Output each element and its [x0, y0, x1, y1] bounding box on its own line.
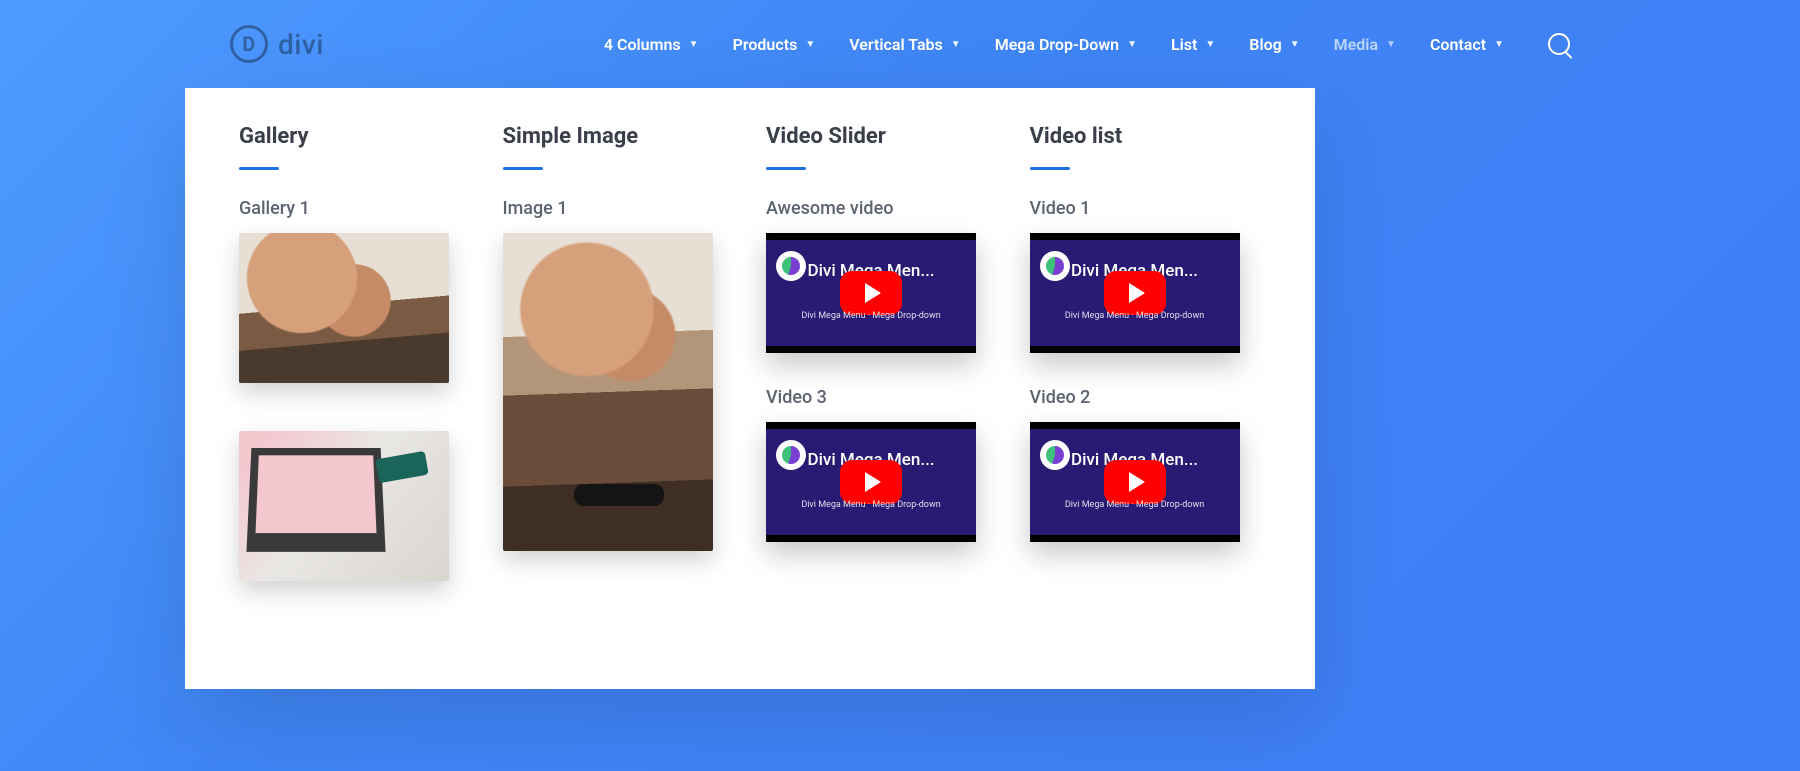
chevron-down-icon: ▼	[1386, 39, 1396, 50]
nav-label: Contact	[1430, 35, 1486, 54]
divi-engine-badge-icon	[776, 251, 806, 281]
brand-logo[interactable]: D divi	[230, 25, 324, 63]
nav-mega-drop-down[interactable]: Mega Drop-Down ▼	[995, 35, 1137, 54]
chevron-down-icon: ▼	[805, 39, 815, 50]
nav-label: Media	[1334, 35, 1378, 54]
video-subtitle: Divi Mega Menu · Mega Drop-down	[1065, 311, 1204, 321]
column-gallery: Gallery Gallery 1	[239, 124, 471, 629]
divi-engine-badge-icon	[776, 440, 806, 470]
nav-media[interactable]: Media ▼	[1334, 35, 1396, 54]
video-item-title: Video 1	[1030, 198, 1262, 219]
play-icon[interactable]	[840, 460, 902, 504]
column-simple-image: Simple Image Image 1	[503, 124, 735, 629]
play-icon[interactable]	[1104, 271, 1166, 315]
brand-mark-icon: D	[230, 25, 268, 63]
nav-label: 4 Columns	[604, 35, 681, 54]
main-nav: 4 Columns ▼ Products ▼ Vertical Tabs ▼ M…	[604, 33, 1570, 55]
gallery-image-1[interactable]	[239, 233, 449, 383]
column-title: Video Slider	[766, 124, 998, 167]
nav-contact[interactable]: Contact ▼	[1430, 35, 1504, 54]
video-subtitle: Divi Mega Menu · Mega Drop-down	[801, 311, 940, 321]
chevron-down-icon: ▼	[951, 39, 961, 50]
title-underline	[503, 167, 543, 170]
simple-image-thumb[interactable]	[503, 233, 713, 551]
nav-label: List	[1171, 35, 1197, 54]
search-icon[interactable]	[1548, 33, 1570, 55]
nav-products[interactable]: Products ▼	[733, 35, 816, 54]
title-underline	[766, 167, 806, 170]
nav-list[interactable]: List ▼	[1171, 35, 1215, 54]
divi-engine-badge-icon	[1040, 251, 1070, 281]
video-thumb[interactable]: Divi Mega Men... Divi Mega Menu · Mega D…	[1030, 233, 1240, 353]
title-underline	[239, 167, 279, 170]
nav-label: Blog	[1249, 35, 1281, 54]
video-item-title: Awesome video	[766, 198, 998, 219]
brand-name: divi	[278, 28, 324, 61]
chevron-down-icon: ▼	[1290, 39, 1300, 50]
video-thumb[interactable]: Divi Mega Men... Divi Mega Menu · Mega D…	[766, 233, 976, 353]
chevron-down-icon: ▼	[1494, 39, 1504, 50]
video-item-title: Video 3	[766, 387, 998, 408]
video-subtitle: Divi Mega Menu · Mega Drop-down	[1065, 500, 1204, 510]
nav-label: Vertical Tabs	[849, 35, 943, 54]
title-underline	[1030, 167, 1070, 170]
video-subtitle: Divi Mega Menu · Mega Drop-down	[801, 500, 940, 510]
simple-image-title: Image 1	[503, 198, 735, 219]
chevron-down-icon: ▼	[1127, 39, 1137, 50]
nav-vertical-tabs[interactable]: Vertical Tabs ▼	[849, 35, 960, 54]
column-video-list: Video list Video 1 Divi Mega Men... Divi…	[1030, 124, 1262, 629]
column-title: Video list	[1030, 124, 1262, 167]
column-video-slider: Video Slider Awesome video Divi Mega Men…	[766, 124, 998, 629]
video-thumb[interactable]: Divi Mega Men... Divi Mega Menu · Mega D…	[766, 422, 976, 542]
divi-engine-badge-icon	[1040, 440, 1070, 470]
column-title: Gallery	[239, 124, 471, 167]
play-icon[interactable]	[840, 271, 902, 315]
chevron-down-icon: ▼	[689, 39, 699, 50]
nav-label: Products	[733, 35, 798, 54]
chevron-down-icon: ▼	[1205, 39, 1215, 50]
gallery-item-title: Gallery 1	[239, 198, 471, 219]
top-nav: D divi 4 Columns ▼ Products ▼ Vertical T…	[0, 0, 1800, 88]
play-icon[interactable]	[1104, 460, 1166, 504]
column-title: Simple Image	[503, 124, 735, 167]
nav-4-columns[interactable]: 4 Columns ▼	[604, 35, 699, 54]
nav-blog[interactable]: Blog ▼	[1249, 35, 1299, 54]
video-item-title: Video 2	[1030, 387, 1262, 408]
nav-label: Mega Drop-Down	[995, 35, 1119, 54]
mega-menu-panel: Gallery Gallery 1 Simple Image Image 1 V…	[185, 88, 1315, 689]
video-thumb[interactable]: Divi Mega Men... Divi Mega Menu · Mega D…	[1030, 422, 1240, 542]
gallery-image-2[interactable]	[239, 431, 449, 581]
